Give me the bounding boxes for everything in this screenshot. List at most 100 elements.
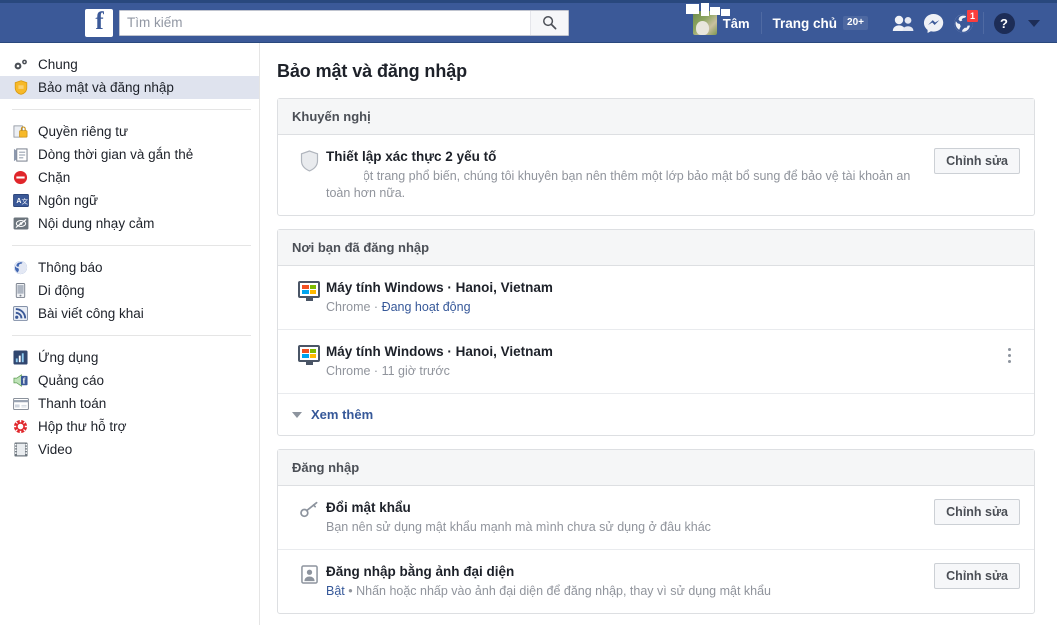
card-header: Đăng nhập: [278, 450, 1034, 486]
film-icon: [12, 441, 29, 458]
sidebar-item-hop-thu-ho-tro[interactable]: Hộp thư hỗ trợ: [0, 415, 259, 438]
sidebar-item-label: Ứng dụng: [38, 350, 99, 365]
svg-text:文: 文: [21, 196, 28, 205]
search-input[interactable]: [120, 10, 530, 35]
sidebar-item-ung-dung[interactable]: Ứng dụng: [0, 346, 259, 369]
redaction-block: [709, 7, 720, 15]
row-subtitle: Bạn nên sử dụng mật khẩu mạnh mà mình ch…: [326, 520, 711, 534]
see-more-sessions-button[interactable]: Xem thêm: [278, 394, 1034, 435]
session-subtitle: Chrome · 11 giờ trước: [326, 364, 450, 378]
home-badge-count: 20+: [843, 16, 868, 30]
sidebar-item-label: Chặn: [38, 170, 71, 185]
sidebar-item-chung[interactable]: Chung: [0, 53, 259, 76]
two-factor-auth-row: Thiết lập xác thực 2 yếu tố ài là một tr…: [278, 135, 1034, 215]
sidebar-item-label: Di động: [38, 283, 85, 298]
see-more-label: Xem thêm: [311, 407, 374, 422]
friend-requests-icon[interactable]: [888, 8, 918, 38]
sidebar-item-label: Thanh toán: [38, 396, 107, 411]
kebab-menu-icon[interactable]: [998, 343, 1020, 363]
sidebar-group-1: Chung Bảo mật và đăng nhập: [0, 53, 259, 99]
block-icon: [12, 169, 29, 186]
search-bar[interactable]: [119, 9, 569, 36]
row-title: Đăng nhập bằng ảnh đại diện: [326, 564, 515, 579]
chevron-down-icon[interactable]: [1019, 8, 1049, 38]
sidebar-item-label: Bảo mật và đăng nhập: [38, 80, 174, 95]
timeline-icon: [12, 146, 29, 163]
apps-icon: [12, 349, 29, 366]
messenger-icon[interactable]: [918, 8, 948, 38]
session-row[interactable]: Máy tính Windows · Hanoi, Vietnam Chrome…: [278, 330, 1034, 394]
sidebar-item-bai-viet-cong-khai[interactable]: Bài viết công khai: [0, 302, 259, 325]
status-badge: Bật: [326, 584, 345, 598]
sidebar-item-thong-bao[interactable]: Thông báo: [0, 256, 259, 279]
sidebar-item-noi-dung-nhay-cam[interactable]: Nội dung nhạy cảm: [0, 212, 259, 235]
edit-password-button[interactable]: Chỉnh sửa: [934, 499, 1020, 525]
notification-count-badge: 1: [965, 9, 979, 23]
sidebar-group-2: Quyền riêng tư Dòng thời gian và gắn thẻ: [0, 120, 259, 235]
sidebar-item-label: Dòng thời gian và gắn thẻ: [38, 147, 194, 162]
shield-icon: [12, 79, 29, 96]
sidebar-item-label: Quảng cáo: [38, 373, 105, 388]
globe-notifications-icon[interactable]: 1: [948, 8, 979, 38]
sidebar-group-4: Ứng dụng f Quảng cáo Thanh toán Hộp thư …: [0, 346, 259, 461]
sidebar-item-bao-mat-va-dang-nhap[interactable]: Bảo mật và đăng nhập: [0, 76, 259, 99]
row-title: Đổi mật khẩu: [326, 500, 411, 515]
profile-link[interactable]: Tâm: [685, 3, 756, 38]
change-password-row: Đổi mật khẩu Bạn nên sử dụng mật khẩu mạ…: [278, 486, 1034, 550]
help-icon[interactable]: ?: [989, 8, 1019, 38]
lock-icon: [12, 123, 29, 140]
session-status-link[interactable]: Đang hoạt động: [382, 300, 471, 314]
profile-picture-login-row: Đăng nhập bằng ảnh đại diện Bật • Nhấn h…: [278, 550, 1034, 613]
facebook-top-navigation-bar: f Tâm Trang chủ 20+: [0, 3, 1057, 43]
windows-monitor-icon: [292, 343, 326, 365]
sidebar-group-3: Thông báo Di động Bài viết công khai: [0, 256, 259, 325]
row-subtitle: Bật • Nhấn hoặc nhấp vào ảnh đại diện để…: [326, 584, 772, 598]
edit-profile-picture-login-button[interactable]: Chỉnh sửa: [934, 563, 1020, 589]
eye-slash-icon: [12, 215, 29, 232]
profile-name-label: Tâm: [722, 15, 750, 31]
active-sessions-card: Nơi bạn đã đăng nhập Máy tính Windows · …: [277, 229, 1035, 436]
chevron-down-icon: [292, 411, 302, 418]
row-title: Thiết lập xác thực 2 yếu tố: [326, 149, 497, 164]
gears-icon: [12, 56, 29, 73]
session-subtitle: Chrome · Đang hoạt động: [326, 300, 471, 314]
sidebar-item-video[interactable]: Video: [0, 438, 259, 461]
redaction-block: [720, 9, 730, 16]
page-title: Bảo mật và đăng nhập: [277, 61, 468, 81]
sidebar-item-quyen-rieng-tu[interactable]: Quyền riêng tư: [0, 120, 259, 143]
sidebar-item-chan[interactable]: Chặn: [0, 166, 259, 189]
sidebar-divider: [12, 245, 251, 246]
sidebar-item-label: Hộp thư hỗ trợ: [38, 419, 127, 434]
session-title: Máy tính Windows · Hanoi, Vietnam: [326, 344, 553, 359]
shield-outline-icon: [292, 148, 326, 172]
language-icon: A 文: [12, 192, 29, 209]
profile-picture-icon: [292, 563, 326, 584]
sidebar-item-di-dong[interactable]: Di động: [0, 279, 259, 302]
session-row[interactable]: Máy tính Windows · Hanoi, Vietnam Chrome…: [278, 266, 1034, 330]
payment-card-icon: [12, 395, 29, 412]
home-label: Trang chủ: [772, 15, 838, 31]
sidebar-item-quang-cao[interactable]: f Quảng cáo: [0, 369, 259, 392]
sidebar-item-thanh-toan[interactable]: Thanh toán: [0, 392, 259, 415]
session-title: Máy tính Windows · Hanoi, Vietnam: [326, 280, 553, 295]
edit-two-factor-button[interactable]: Chỉnh sửa: [934, 148, 1020, 174]
home-link[interactable]: Trang chủ 20+: [767, 8, 874, 38]
search-icon[interactable]: [530, 10, 568, 35]
svg-text:f: f: [23, 376, 26, 386]
rss-icon: [12, 305, 29, 322]
mobile-icon: [12, 282, 29, 299]
sidebar-item-label: Bài viết công khai: [38, 306, 144, 321]
sidebar-item-dong-thoi-gian-va-gan-the[interactable]: Dòng thời gian và gắn thẻ: [0, 143, 259, 166]
sidebar-item-label: Ngôn ngữ: [38, 193, 99, 208]
login-card: Đăng nhập Đổi mật khẩu Bạn nên sử dụng m…: [277, 449, 1035, 614]
settings-main-content: Bảo mật và đăng nhập Khuyến nghị Thiết l…: [260, 43, 1057, 625]
sidebar-item-label: Video: [38, 442, 73, 457]
facebook-logo[interactable]: f: [85, 8, 113, 37]
divider: [983, 12, 984, 34]
recommendations-card: Khuyến nghị Thiết lập xác thực 2 yếu tố …: [277, 98, 1035, 216]
card-header: Nơi bạn đã đăng nhập: [278, 230, 1034, 266]
key-icon: [292, 499, 326, 518]
sidebar-item-label: Chung: [38, 57, 78, 72]
ads-icon: f: [12, 372, 29, 389]
sidebar-item-ngon-ngu[interactable]: A 文 Ngôn ngữ: [0, 189, 259, 212]
